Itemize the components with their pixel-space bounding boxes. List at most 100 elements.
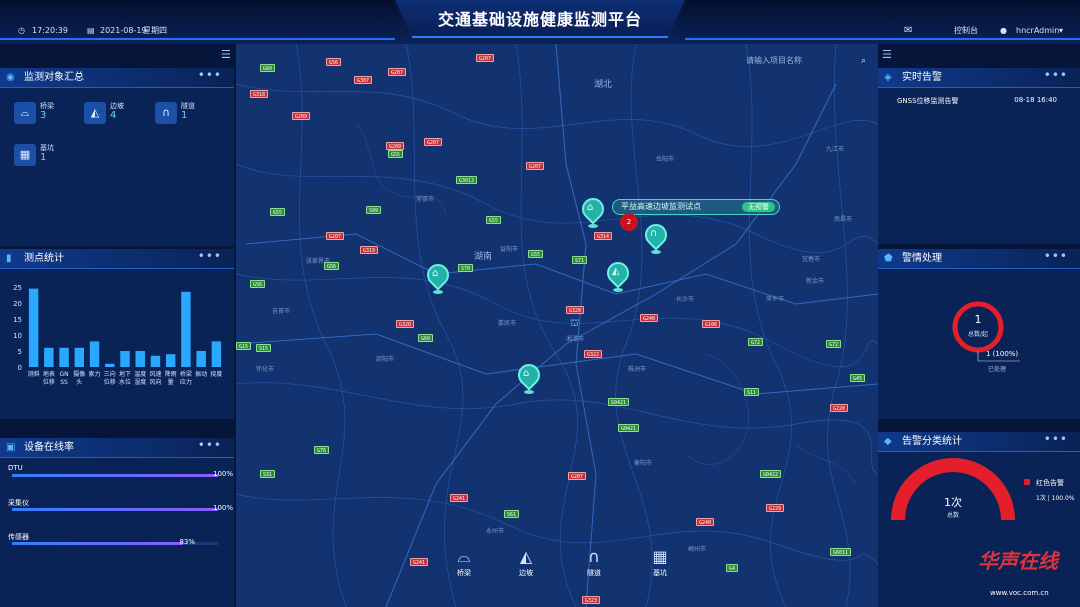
city-label: 萍乡市 xyxy=(766,296,785,303)
x-tick-label: 测斜 xyxy=(28,370,40,378)
city-label: 岳阳市 xyxy=(656,156,675,163)
road-shield: G56 xyxy=(250,280,266,288)
summary-item-bridge[interactable]: ⌓ 桥梁 3 xyxy=(14,100,74,130)
road-shield: S31 xyxy=(260,470,276,478)
shield-icon: ⬟ xyxy=(884,253,893,264)
map-marker-pit-icon[interactable]: ⛫ xyxy=(570,318,579,331)
item-count: 1 xyxy=(40,152,47,163)
watermark-url: www.voc.com.cn xyxy=(990,589,1049,597)
bar[interactable] xyxy=(28,288,39,367)
bar[interactable] xyxy=(105,363,115,367)
user-icon: ● xyxy=(1000,26,1007,35)
road-shield: S70 xyxy=(458,264,474,272)
map-popup[interactable]: 平益高速边坡监测试点 无预警 xyxy=(612,199,780,215)
popup-title: 平益高速边坡监测试点 xyxy=(621,202,701,211)
bar[interactable] xyxy=(211,341,222,367)
x-tick-label: 位移 xyxy=(104,378,116,386)
x-tick-label: 头 xyxy=(76,378,82,386)
panel-title: 测点统计 xyxy=(24,253,64,264)
road-shield: S99 xyxy=(366,206,382,214)
more-icon[interactable]: ••• xyxy=(1044,429,1068,449)
road-shield: G241 xyxy=(410,558,429,566)
user-name[interactable]: hncrAdmin xyxy=(1016,23,1059,39)
rate-fill xyxy=(12,474,218,477)
menu-icon[interactable]: ☰ xyxy=(221,48,231,61)
bar[interactable] xyxy=(74,347,85,367)
map-roads xyxy=(236,44,878,607)
bar[interactable] xyxy=(120,351,130,367)
map-area[interactable]: G60 G56 G307 G207 G318 G209 G209 G55 G20… xyxy=(236,44,878,607)
category-bridge[interactable]: ⌓ 桥梁 xyxy=(444,546,484,578)
bar[interactable] xyxy=(181,291,191,367)
city-label: 长沙市 xyxy=(676,296,695,303)
road-shield: G318 xyxy=(250,90,269,98)
rate-label: 采集仪 xyxy=(8,499,29,507)
console-link[interactable]: 控制台 xyxy=(954,23,978,39)
road-shield: G0422 xyxy=(760,470,782,478)
province-label: 湖南 xyxy=(474,252,493,262)
summary-item-slope[interactable]: ◭ 边坡 4 xyxy=(84,100,144,130)
x-tick-label: 地下 xyxy=(119,370,131,378)
x-tick-label: 摄像 xyxy=(73,370,85,378)
more-icon[interactable]: ••• xyxy=(1044,65,1068,85)
category-pit[interactable]: ▦ 基坑 xyxy=(640,546,680,578)
rate-label: DTU xyxy=(8,464,23,472)
summary-item-pit[interactable]: ▦ 基坑 1 xyxy=(14,142,74,172)
road-shield: G207 xyxy=(424,138,443,146)
panel-title: 实时告警 xyxy=(902,72,942,83)
header-divider xyxy=(685,38,1080,40)
watermark-logo: 华声在线 xyxy=(978,549,1058,573)
panel-title: 设备在线率 xyxy=(24,442,74,453)
more-icon[interactable]: ••• xyxy=(1044,246,1068,266)
mail-icon[interactable]: ✉ xyxy=(904,23,912,39)
bar[interactable] xyxy=(150,355,161,367)
header-weekday: 星期四 xyxy=(143,26,167,35)
more-icon[interactable]: ••• xyxy=(198,246,222,266)
city-label: 益阳市 xyxy=(500,246,519,253)
city-label: 张家界市 xyxy=(306,258,331,265)
map-pin-bridge[interactable]: ⌂ xyxy=(513,359,545,394)
alarm-category-gauge xyxy=(891,458,1015,521)
pit-icon: ▦ xyxy=(14,144,36,166)
x-tick-label: 地表 xyxy=(43,370,55,378)
map-pin-tunnel[interactable]: ∩ xyxy=(640,219,672,254)
more-icon[interactable]: ••• xyxy=(198,65,222,85)
bar[interactable] xyxy=(135,351,145,367)
alarm-list-item[interactable]: GNSS位移监测告警 08-18 16:40 xyxy=(897,96,1057,106)
cluster-count-badge[interactable]: 2 xyxy=(620,213,638,231)
x-tick-label: 湿度 xyxy=(134,378,146,386)
city-label: 衡阳市 xyxy=(634,460,653,467)
map-pin-bridge[interactable]: ⌂ xyxy=(422,259,454,294)
category-tunnel[interactable]: ∩ 隧道 xyxy=(574,546,614,578)
road-shield: G45 xyxy=(850,374,866,382)
map-search-input[interactable]: 请输入项目名称 ⌕ xyxy=(742,54,870,68)
city-label: 九江市 xyxy=(826,146,845,153)
bridge-icon: ⌓ xyxy=(14,102,36,124)
province-label-north: 湖北 xyxy=(594,80,613,90)
pit-icon: ▦ xyxy=(652,547,668,566)
road-shield: G60 xyxy=(418,334,434,342)
map-pin-bridge[interactable]: ⌂ xyxy=(577,193,609,228)
road-shield: G72 xyxy=(748,338,764,346)
bridge-icon: ⌂ xyxy=(587,202,594,213)
search-icon[interactable]: ⌕ xyxy=(861,54,866,68)
road-shield: G0421 xyxy=(608,398,630,406)
bar[interactable] xyxy=(44,347,54,367)
road-shield: G15 xyxy=(236,342,252,350)
road-shield: G4 xyxy=(726,564,739,572)
city-label: 永州市 xyxy=(486,528,505,535)
category-slope[interactable]: ◭ 边坡 xyxy=(506,546,546,578)
road-shield: G209 xyxy=(292,112,311,120)
alarm-name: GNSS位移监测告警 xyxy=(897,97,959,105)
bar[interactable] xyxy=(89,341,100,367)
bar[interactable] xyxy=(165,354,176,367)
bar[interactable] xyxy=(59,347,69,367)
chevron-down-icon[interactable]: ▾ xyxy=(1059,23,1063,39)
summary-item-tunnel[interactable]: ∩ 隧道 1 xyxy=(155,100,215,130)
map-pin-slope[interactable]: ◭ xyxy=(602,257,634,292)
bar[interactable] xyxy=(196,351,206,367)
slope-icon: ◭ xyxy=(84,102,106,124)
y-tick-label: 0 xyxy=(18,364,22,372)
more-icon[interactable]: ••• xyxy=(198,435,222,455)
menu-icon[interactable]: ☰ xyxy=(882,48,892,61)
